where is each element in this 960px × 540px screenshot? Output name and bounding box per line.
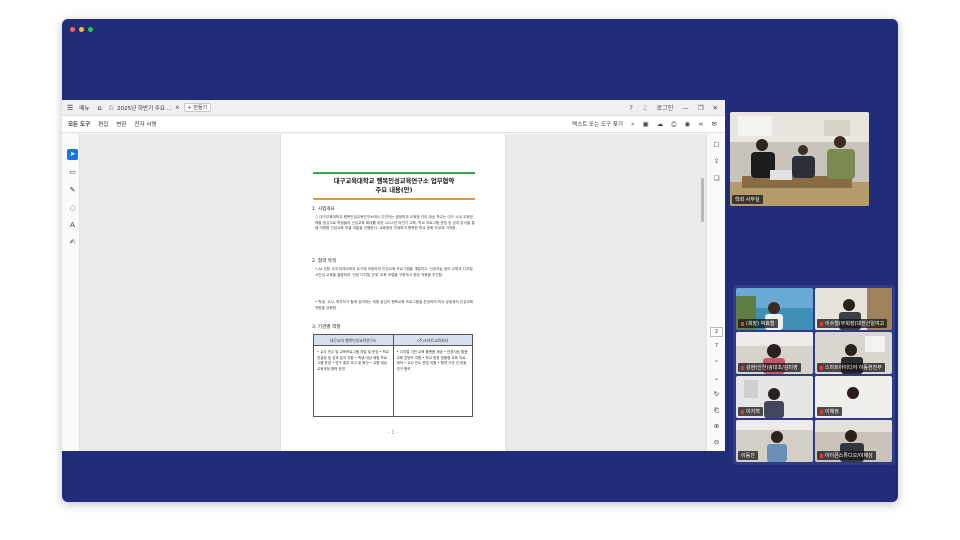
participant-name: 스마트아이디어 이동현전무 — [817, 363, 885, 372]
minimize-icon[interactable]: — — [682, 104, 689, 112]
participant-name: 이혜정 — [817, 407, 842, 416]
participant-tile[interactable]: 이수형(부회장)대전신일여고 — [815, 288, 892, 330]
page-footer: - 1 - — [388, 430, 398, 436]
participant-name: 이동진 — [738, 451, 758, 460]
participant-name: 이수형(부회장)대전신일여고 — [817, 319, 888, 328]
page-total: 7 — [714, 343, 719, 349]
comment-icon[interactable]: ▭ — [67, 167, 78, 178]
document-canvas[interactable]: 대구교육대학교 행복인성교육연구소 업무협약 주요 내용(안) 1. 사업개요 … — [80, 134, 706, 451]
menu-edit[interactable]: 편집 — [98, 120, 108, 128]
participant-tile[interactable]: (회장) 박효철 — [736, 288, 813, 330]
participant-gallery: (회장) 박효철 이수형(부회장)대전신일여고 강현(인천)광대초/김미영 스마… — [733, 285, 895, 465]
participant-name: 이지혁 — [738, 407, 763, 416]
section-3-heading: 3. 기관별 역할 — [312, 325, 341, 330]
participant-tile[interactable]: 아이폰스튜디오/이재성 — [815, 420, 892, 462]
maximize-window-button[interactable] — [88, 27, 93, 32]
menu-convert[interactable]: 변환 — [116, 120, 126, 128]
comments-panel-icon[interactable]: ▢ — [710, 140, 723, 148]
zoom-in-icon[interactable]: ⊕ — [710, 422, 723, 430]
right-rail: ▢ ⇪ ❏ 2 7 ⌃ ⌄ ↻ ⎗ ⊕ ⊖ — [706, 134, 725, 451]
featured-participant-name: 학회 사무실 — [732, 195, 763, 204]
home-icon[interactable]: ⌂ — [97, 104, 101, 112]
ai-assistant-icon[interactable]: ◉ — [684, 120, 690, 128]
title-line-1: 대구교육대학교 행복인성교육연구소 업무협약 — [333, 178, 455, 185]
vertical-scrollbar[interactable] — [701, 178, 704, 222]
restore-icon[interactable]: ❐ — [698, 104, 704, 112]
page-down-icon[interactable]: ⌄ — [710, 374, 723, 382]
document-title: 대구교육대학교 행복인성교육연구소 업무협약 주요 내용(안) — [313, 172, 475, 200]
participant-tile[interactable]: 이혜정 — [815, 376, 892, 418]
link-icon[interactable]: ∞ — [698, 120, 703, 128]
page-number-box[interactable]: 2 — [710, 327, 723, 337]
menu-e-sign[interactable]: 전자 서명 — [134, 120, 156, 128]
title-line-2: 주요 내용(안) — [375, 187, 413, 194]
pen-icon[interactable]: ✎ — [67, 185, 78, 196]
email-icon[interactable]: ✉ — [712, 120, 717, 128]
table-cell-right: • 디지털 기반 교육 플랫폼 제공 • 인공지능 활용 교육 콘텐츠 지원 •… — [396, 350, 468, 371]
participant-name: (회장) 박효철 — [738, 319, 778, 328]
participant-tile[interactable]: 스마트아이디어 이동현전무 — [815, 332, 892, 374]
star-icon[interactable]: ☆ — [108, 104, 114, 112]
section-2-bullet-2: • 학생, 교사, 학부모가 함께 참여하는 체험 중심의 행복교육 프로그램을… — [315, 300, 474, 310]
participant-tile[interactable]: 강현(인천)광대초/김미영 — [736, 332, 813, 374]
close-tab-icon[interactable]: × — [175, 105, 180, 111]
participant-name: 강현(인천)광대초/김미영 — [738, 363, 801, 372]
menu-label[interactable]: 메뉴 — [79, 104, 89, 112]
stamp-icon[interactable]: ✍ — [67, 237, 78, 248]
app-window: ☰ 메뉴 ⌂ ☆ 2025년 하반기 주요 ... × + 만들기 ? ♫ 로그… — [62, 19, 898, 502]
left-toolbar: ➤ ▭ ✎ ◌ A ✍ — [62, 134, 80, 451]
close-icon[interactable]: ✕ — [713, 104, 718, 112]
featured-video[interactable]: 학회 사무실 — [730, 112, 869, 206]
rotate-icon[interactable]: ↻ — [710, 390, 723, 398]
extract-icon[interactable]: ⎗ — [710, 406, 723, 415]
participant-tile[interactable]: 이지혁 — [736, 376, 813, 418]
minimize-window-button[interactable] — [79, 27, 84, 32]
hamburger-menu-icon[interactable]: ☰ — [67, 104, 73, 112]
table-header-right: (주)스마트교육회사 — [417, 338, 449, 343]
pdf-viewer: ☰ 메뉴 ⌂ ☆ 2025년 하반기 주요 ... × + 만들기 ? ♫ 로그… — [62, 100, 725, 451]
zoom-out-icon[interactable]: ⊖ — [710, 438, 723, 446]
featured-video-frame — [730, 112, 869, 206]
notification-icon[interactable]: ♫ — [642, 104, 648, 112]
section-1-heading: 1. 사업개요 — [312, 207, 335, 212]
save-icon[interactable]: ▣ — [643, 120, 649, 128]
new-tab-button[interactable]: + 만들기 — [183, 103, 212, 112]
section-2-bullet-1: • AI 전환 시대 미래교육의 요구에 부응하여 인성교육 프로그램을 개발하… — [315, 267, 473, 277]
text-box-icon[interactable]: A — [67, 220, 78, 231]
document-tab-label: 2025년 하반기 주요 ... — [117, 105, 172, 112]
tab-bar: ☰ 메뉴 ⌂ ☆ 2025년 하반기 주요 ... × + 만들기 ? ♫ 로그… — [62, 100, 725, 116]
menu-bar: 모든 도구 편집 변환 전자 서명 텍스트 또는 도구 찾기 ⌕ ▣ ☁ ⎙ ◉… — [62, 116, 725, 133]
login-button[interactable]: 로그인 — [657, 103, 674, 112]
window-controls — [70, 27, 93, 32]
upload-cloud-icon[interactable]: ☁ — [657, 120, 664, 128]
close-window-button[interactable] — [70, 27, 75, 32]
table-cell-left: • 교사 연수 및 교육프로그램 개발 및 운영 • 학교 컨설팅 및 성과 분… — [314, 346, 394, 416]
search-icon[interactable]: ⌕ — [631, 120, 635, 129]
section-1-text: ○ 대구교육대학교 행복인성교육연구소에서 주관하는 중점학교 교육청 관리 대… — [315, 215, 475, 231]
pdf-page: 대구교육대학교 행복인성교육연구소 업무협약 주요 내용(안) 1. 사업개요 … — [281, 134, 505, 451]
page-up-icon[interactable]: ⌃ — [710, 359, 723, 367]
print-icon[interactable]: ⎙ — [671, 120, 676, 129]
roles-table: 대구교대 행복인성교육연구소 (주)스마트교육회사 • 교사 연수 및 교육프로… — [313, 334, 473, 417]
table-header-left: 대구교대 행복인성교육연구소 — [314, 335, 394, 345]
section-2-heading: 2. 협약 목적 — [312, 259, 337, 264]
share-panel-icon[interactable]: ⇪ — [710, 157, 723, 165]
participant-tile[interactable]: 이동진 — [736, 420, 813, 462]
pages-panel-icon[interactable]: ❏ — [710, 174, 723, 182]
find-tools-search[interactable]: 텍스트 또는 도구 찾기 — [572, 120, 623, 128]
select-cursor-icon[interactable]: ➤ — [67, 149, 78, 160]
participant-name: 아이폰스튜디오/이재성 — [817, 451, 876, 460]
menu-all-tools[interactable]: 모든 도구 — [68, 120, 90, 128]
document-tab[interactable]: ☆ 2025년 하반기 주요 ... × — [108, 104, 180, 112]
lasso-icon[interactable]: ◌ — [67, 203, 78, 214]
help-icon[interactable]: ? — [629, 104, 632, 112]
